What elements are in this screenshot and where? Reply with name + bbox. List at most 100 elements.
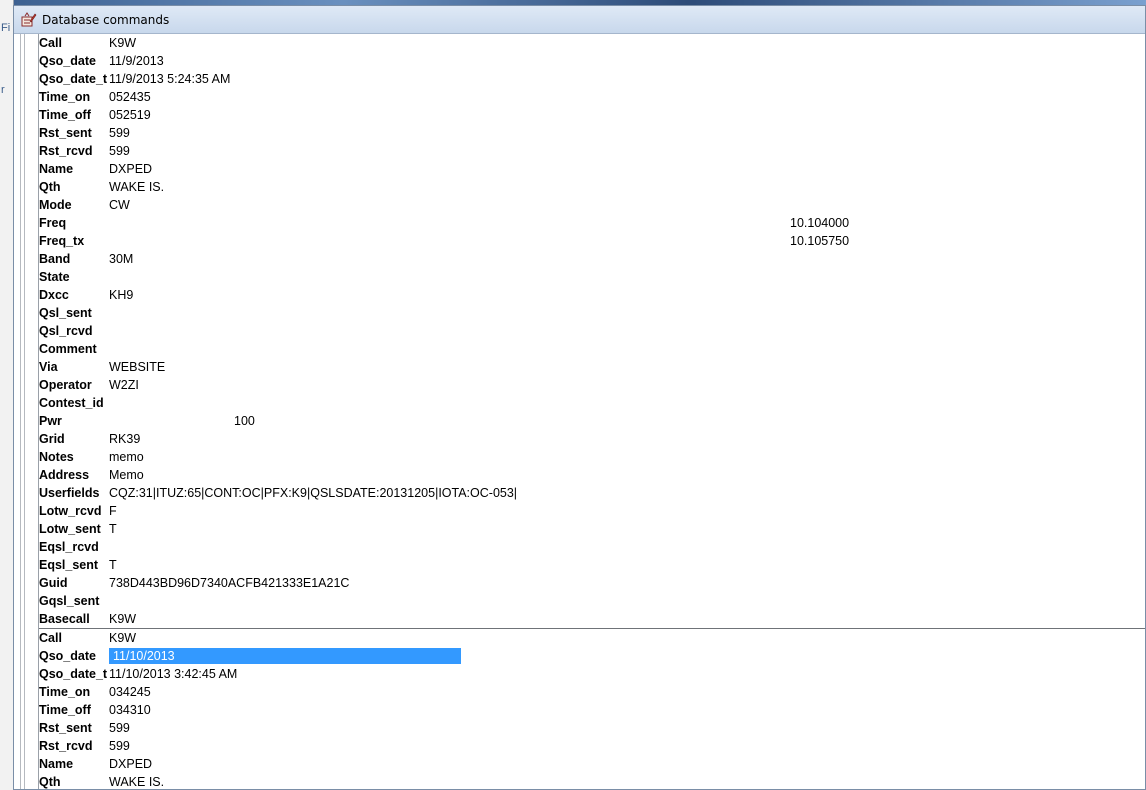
database-commands-window[interactable]: Database commands Call K9W Qso_date 11/9/20… [13,5,1146,790]
field-value[interactable]: F [109,504,117,518]
field-row[interactable]: Qth WAKE IS. [39,773,1145,789]
field-value[interactable]: 11/10/2013 3:42:45 AM [109,667,237,681]
field-value[interactable]: Memo [109,468,144,482]
field-value[interactable]: 599 [109,721,130,735]
field-row[interactable]: Name DXPED [39,160,1145,178]
field-row[interactable]: Pwr 100 [39,412,1145,430]
field-row[interactable]: Qso_date_t 11/10/2013 3:42:45 AM [39,665,1145,683]
field-label: Lotw_sent [39,522,101,536]
field-row[interactable]: Qth WAKE IS. [39,178,1145,196]
field-row[interactable]: Grid RK39 [39,430,1145,448]
background-fragment: r [1,84,5,96]
field-row[interactable]: Lotw_sent T [39,520,1145,538]
field-row[interactable]: Contest_id [39,394,1145,412]
field-label: Eqsl_sent [39,558,99,572]
field-row[interactable]: Call K9W [39,34,1145,52]
field-value[interactable]: K9W [109,36,136,50]
field-value[interactable]: CQZ:31|ITUZ:65|CONT:OC|PFX:K9|QSLSDATE:2… [109,486,517,500]
field-value[interactable]: DXPED [109,757,152,771]
field-row[interactable]: State [39,268,1145,286]
field-row[interactable]: Comment [39,340,1145,358]
field-value[interactable]: RK39 [109,432,140,446]
field-row[interactable]: Qso_date_t 11/9/2013 5:24:35 AM [39,70,1145,88]
field-row[interactable]: Dxcc KH9 [39,286,1145,304]
field-value[interactable]: 100 [234,414,255,428]
record-rail [14,34,39,789]
field-value[interactable]: 10.105750 [790,234,849,248]
field-label: Time_on [39,685,91,699]
field-row[interactable]: Gqsl_sent [39,592,1145,610]
field-value[interactable]: WEBSITE [109,360,165,374]
field-value[interactable]: 052435 [109,90,151,104]
field-row[interactable]: Time_on 034245 [39,683,1145,701]
field-value[interactable]: 034245 [109,685,151,699]
field-row[interactable]: Eqsl_sent T [39,556,1145,574]
field-row[interactable]: Rst_sent 599 [39,124,1145,142]
field-value[interactable]: 11/9/2013 5:24:35 AM [109,72,230,86]
field-label: Mode [39,198,72,212]
field-label: Qsl_rcvd [39,324,93,338]
field-value[interactable]: KH9 [109,288,133,302]
field-row[interactable]: Freq_tx 10.105750 [39,232,1145,250]
field-value-selected[interactable]: 11/10/2013 [109,648,461,664]
field-label: State [39,270,70,284]
field-value[interactable]: K9W [109,631,136,645]
field-value[interactable]: WAKE IS. [109,775,164,789]
field-value[interactable]: 738D443BD96D7340ACFB421333E1A21C [109,576,349,590]
field-value[interactable]: CW [109,198,130,212]
field-value[interactable]: 599 [109,126,130,140]
field-label: Freq [39,216,67,230]
field-value[interactable]: T [109,558,117,572]
field-row[interactable]: Rst_sent 599 [39,719,1145,737]
field-row[interactable]: Lotw_rcvd F [39,502,1145,520]
field-row[interactable]: Rst_rcvd 599 [39,737,1145,755]
field-label: Qso_date [39,54,96,68]
field-row[interactable]: Notes memo [39,448,1145,466]
field-row[interactable]: Qso_date 11/9/2013 [39,52,1145,70]
field-label: Rst_rcvd [39,144,93,158]
field-row[interactable]: Call K9W [39,629,1145,647]
field-value[interactable]: WAKE IS. [109,180,164,194]
field-row[interactable]: Operator W2ZI [39,376,1145,394]
field-row[interactable]: Time_off 052519 [39,106,1145,124]
field-row[interactable]: Address Memo [39,466,1145,484]
field-label: Lotw_rcvd [39,504,102,518]
field-value[interactable]: 034310 [109,703,151,717]
title-bar[interactable]: Database commands [14,6,1145,34]
field-label: Guid [39,576,68,590]
background-fragment: Fi [1,22,11,34]
field-row[interactable]: Qsl_rcvd [39,322,1145,340]
field-value[interactable]: DXPED [109,162,152,176]
field-value[interactable]: T [109,522,117,536]
field-label: Qso_date_t [39,72,108,86]
field-row[interactable]: Mode CW [39,196,1145,214]
field-value[interactable]: 11/9/2013 [109,54,164,68]
field-value[interactable]: 052519 [109,108,151,122]
field-value[interactable]: 599 [109,144,130,158]
field-row[interactable]: Name DXPED [39,755,1145,773]
field-row[interactable]: Guid 738D443BD96D7340ACFB421333E1A21C [39,574,1145,592]
field-value[interactable]: 599 [109,739,130,753]
field-row[interactable]: Qsl_sent [39,304,1145,322]
field-row[interactable]: Via WEBSITE [39,358,1145,376]
field-row[interactable]: Time_off 034310 [39,701,1145,719]
field-value[interactable]: W2ZI [109,378,139,392]
field-label: Band [39,252,71,266]
field-row[interactable]: Eqsl_rcvd [39,538,1145,556]
field-row[interactable]: Basecall K9W [39,610,1145,628]
field-row[interactable]: Qso_date 11/10/2013 [39,647,1145,665]
field-value[interactable]: 30M [109,252,133,266]
field-value[interactable]: K9W [109,612,136,626]
records-view[interactable]: Call K9W Qso_date 11/9/2013 Qso_date_t 11/9/2… [14,34,1145,789]
record-block: Call K9W Qso_date 11/10/2013 Qso_date_t 11/10… [39,628,1145,789]
field-label: Qth [39,775,61,789]
field-row[interactable]: Time_on 052435 [39,88,1145,106]
field-row[interactable]: Freq 10.104000 [39,214,1145,232]
field-label: Grid [39,432,65,446]
field-row[interactable]: Band 30M [39,250,1145,268]
field-row[interactable]: Rst_rcvd 599 [39,142,1145,160]
window-title: Database commands [42,13,170,27]
field-value[interactable]: memo [109,450,144,464]
field-row[interactable]: Userfields CQZ:31|ITUZ:65|CONT:OC|PFX:K9|… [39,484,1145,502]
field-value[interactable]: 10.104000 [790,216,849,230]
